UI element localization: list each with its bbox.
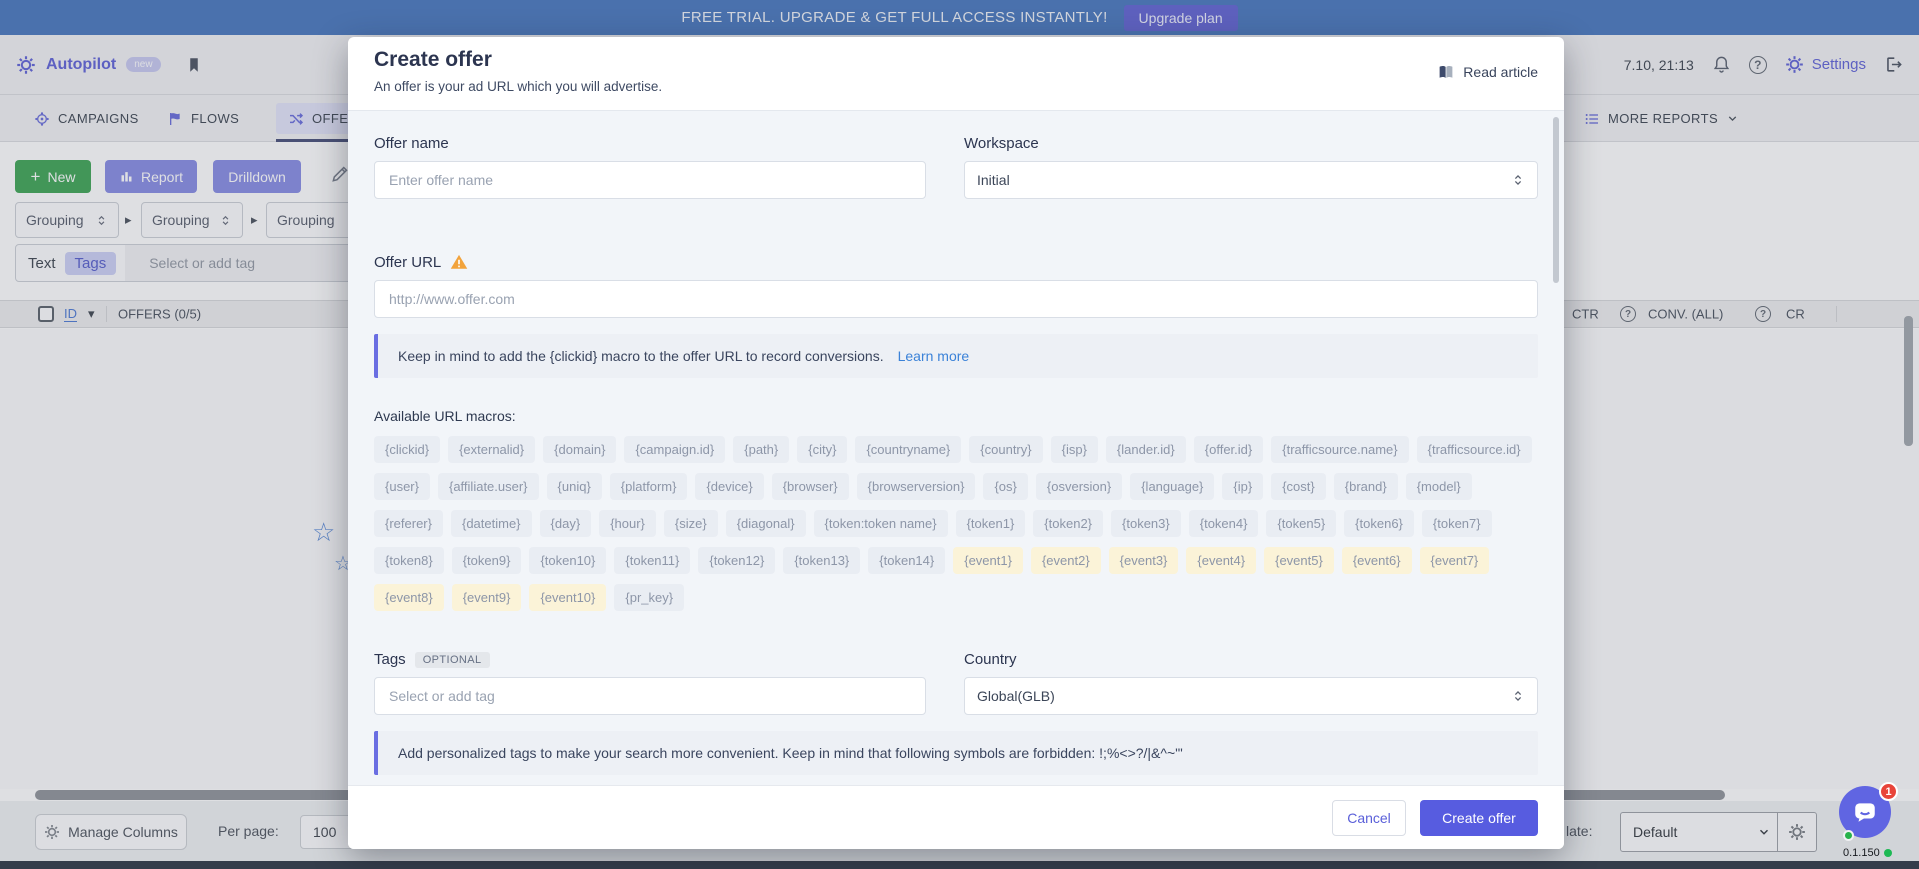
macro-chip[interactable]: {user} [374,473,430,500]
macro-chip[interactable]: {city} [797,436,847,463]
macro-chip[interactable]: {event6} [1342,547,1412,574]
macro-chip[interactable]: {trafficsource.name} [1271,436,1408,463]
chat-widget: 1 [1839,786,1891,838]
macro-chip[interactable]: {ip} [1222,473,1263,500]
macro-chip[interactable]: {isp} [1051,436,1098,463]
macro-chip[interactable]: {affiliate.user} [438,473,539,500]
macro-chip[interactable]: {token1} [956,510,1026,537]
macro-chip[interactable]: {platform} [610,473,688,500]
macro-chip[interactable]: {token5} [1266,510,1336,537]
macros-title: Available URL macros: [374,408,1538,424]
macro-chip[interactable]: {datetime} [451,510,532,537]
macro-chip[interactable]: {token4} [1189,510,1259,537]
macro-chip[interactable]: {lander.id} [1106,436,1186,463]
macro-chip[interactable]: {size} [664,510,718,537]
macro-chip[interactable]: {day} [540,510,592,537]
create-offer-modal: Create offer An offer is your ad URL whi… [348,37,1564,849]
macro-chip[interactable]: {cost} [1271,473,1326,500]
macro-chip[interactable]: {clickid} [374,436,440,463]
tags-input[interactable] [374,677,926,715]
macro-chip[interactable]: {event4} [1186,547,1256,574]
offer-name-label: Offer name [374,135,926,152]
tags-label: Tags OPTIONAL [374,651,926,668]
online-status-dot [1843,830,1854,841]
macro-chip[interactable]: {offer.id} [1194,436,1263,463]
macro-chip[interactable]: {token13} [783,547,860,574]
macro-chip[interactable]: {referer} [374,510,443,537]
create-offer-button[interactable]: Create offer [1420,800,1538,836]
macro-chip[interactable]: {event3} [1109,547,1179,574]
clickid-note: Keep in mind to add the {clickid} macro … [374,334,1538,378]
macro-chip[interactable]: {domain} [543,436,616,463]
app-version: 0.1.150 [1843,847,1892,859]
macro-chip[interactable]: {pr_key} [614,584,684,611]
offer-url-input[interactable] [374,280,1538,318]
macro-chip[interactable]: {countryname} [855,436,961,463]
macro-chip[interactable]: {token11} [614,547,690,574]
macro-chip[interactable]: {trafficsource.id} [1417,436,1532,463]
macro-chip[interactable]: {path} [733,436,789,463]
optional-badge: OPTIONAL [415,652,490,668]
macro-chip[interactable]: {token3} [1111,510,1181,537]
chat-unread-badge: 1 [1879,782,1898,801]
warning-triangle-icon [450,253,468,271]
macro-chip[interactable]: {token12} [698,547,775,574]
workspace-label: Workspace [964,135,1538,152]
macro-chip[interactable]: {browser} [772,473,849,500]
updown-chevron-icon [1511,173,1525,187]
modal-footer: Cancel Create offer [348,785,1564,849]
macro-chip[interactable]: {token2} [1033,510,1103,537]
macro-chip[interactable]: {campaign.id} [624,436,725,463]
macro-chip[interactable]: {device} [695,473,763,500]
cancel-button[interactable]: Cancel [1332,800,1406,836]
status-dot [1884,849,1892,857]
app-window: FREE TRIAL. UPGRADE & GET FULL ACCESS IN… [0,0,1919,869]
macro-chip[interactable]: {event2} [1031,547,1101,574]
modal-title: Create offer [374,48,1538,72]
offer-url-label: Offer URL [374,253,1538,271]
macro-chip[interactable]: {token6} [1344,510,1414,537]
macro-chip[interactable]: {hour} [599,510,656,537]
macro-chip[interactable]: {language} [1130,473,1214,500]
macro-chip-list: {clickid} {externalid} {domain} {campaign.i… [374,436,1538,611]
chat-bubble-icon [1852,799,1878,825]
macro-chip[interactable]: {token:token name} [814,510,948,537]
macro-chip[interactable]: {country} [969,436,1042,463]
updown-chevron-icon [1511,689,1525,703]
macro-chip[interactable]: {token9} [452,547,522,574]
offer-name-input[interactable] [374,161,926,199]
modal-header: Create offer An offer is your ad URL whi… [348,37,1564,110]
macro-chip[interactable]: {uniq} [547,473,602,500]
macro-chip[interactable]: {event5} [1264,547,1334,574]
read-article-link[interactable]: Read article [1437,63,1538,81]
macro-chip[interactable]: {osversion} [1036,473,1122,500]
macro-chip[interactable]: {brand} [1334,473,1398,500]
tags-note: Add personalized tags to make your searc… [374,731,1538,775]
modal-scrollbar[interactable] [1553,117,1559,283]
macro-chip[interactable]: {externalid} [448,436,535,463]
macro-chip[interactable]: {token8} [374,547,444,574]
macro-chip[interactable]: {model} [1406,473,1472,500]
macro-chip[interactable]: {token14} [868,547,945,574]
macro-chip[interactable]: {diagonal} [726,510,806,537]
book-icon [1437,63,1455,81]
macro-chip[interactable]: {token7} [1422,510,1492,537]
learn-more-link[interactable]: Learn more [898,348,970,364]
country-select[interactable]: Global(GLB) [964,677,1538,715]
macro-chip[interactable]: {event8} [374,584,444,611]
macro-chip[interactable]: {browserversion} [857,473,976,500]
modal-body: Offer name Workspace Initial Offer URL [348,110,1564,785]
macro-chip[interactable]: {token10} [529,547,606,574]
macro-chip[interactable]: {event9} [452,584,522,611]
macro-chip[interactable]: {event7} [1420,547,1490,574]
modal-subtitle: An offer is your ad URL which you will a… [374,79,1538,94]
country-label: Country [964,651,1538,668]
macro-chip[interactable]: {event1} [953,547,1023,574]
macro-chip[interactable]: {event10} [529,584,606,611]
workspace-select[interactable]: Initial [964,161,1538,199]
macro-chip[interactable]: {os} [983,473,1027,500]
